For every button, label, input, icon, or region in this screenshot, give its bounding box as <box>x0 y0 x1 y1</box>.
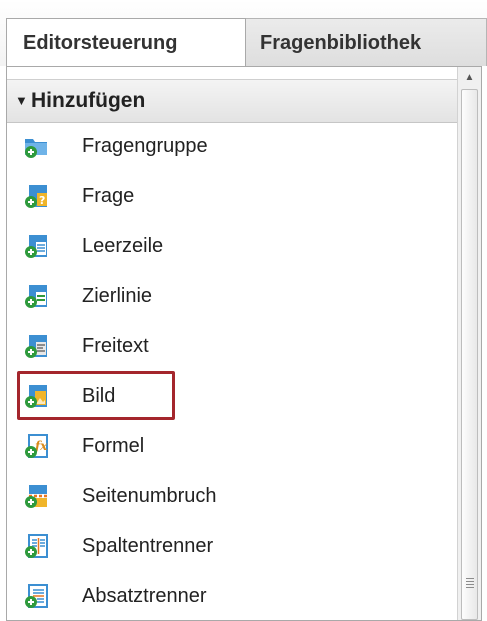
list-item-spaltentrenner[interactable]: Spaltentrenner <box>7 523 447 569</box>
list-item-seitenumbruch[interactable]: Seitenumbruch <box>7 473 447 519</box>
blank-line-add-icon <box>25 235 47 258</box>
section-header-hinzufuegen[interactable]: ▼ Hinzufügen <box>7 79 457 123</box>
item-label: Zierlinie <box>82 285 153 307</box>
vertical-scrollbar[interactable]: ▲ <box>457 67 481 620</box>
list-item-absatztrenner[interactable]: Absatztrenner <box>7 573 447 619</box>
add-list: ▼ Hinzufügen Fragengruppe ? Frage Leerze… <box>7 67 457 620</box>
question-add-icon: ? <box>25 185 47 208</box>
list-item-zierlinie[interactable]: Zierlinie <box>7 273 447 319</box>
item-label: Formel <box>82 435 145 457</box>
list-item-frage[interactable]: ? Frage <box>7 173 447 219</box>
item-label: Frage <box>82 185 135 207</box>
item-label: Absatztrenner <box>82 585 207 607</box>
free-text-add-icon <box>25 335 47 358</box>
selection-highlight <box>17 371 175 420</box>
section-title: Hinzufügen <box>31 89 146 112</box>
item-label: Spaltentrenner <box>82 535 214 557</box>
item-label: Fragengruppe <box>82 135 208 157</box>
tab-editorsteuerung[interactable]: Editorsteuerung <box>6 18 246 66</box>
svg-text:?: ? <box>39 194 45 207</box>
tab-bar: Editorsteuerung Fragenbibliothek <box>0 0 487 66</box>
editor-panel: Editorsteuerung Fragenbibliothek ▼ Hinzu… <box>0 0 487 621</box>
formula-add-icon: fx <box>25 434 48 458</box>
decorative-line-add-icon <box>25 285 47 308</box>
page-break-add-icon <box>25 485 47 508</box>
item-label: Freitext <box>82 335 149 357</box>
scrollbar-thumb[interactable] <box>461 89 478 620</box>
panel-body: ▼ Hinzufügen Fragengruppe ? Frage Leerze… <box>6 66 482 621</box>
column-separator-add-icon <box>25 534 48 558</box>
list-item-leerzeile[interactable]: Leerzeile <box>7 223 447 269</box>
tab-fragenbibliothek[interactable]: Fragenbibliothek <box>246 18 487 66</box>
list-item-formel[interactable]: fx Formel <box>7 423 447 469</box>
item-label: Seitenumbruch <box>82 485 217 507</box>
caret-down-icon: ▼ <box>15 93 28 108</box>
list-item-freitext[interactable]: Freitext <box>7 323 447 369</box>
list-item-fragengruppe[interactable]: Fragengruppe <box>7 123 447 169</box>
folder-add-icon <box>25 139 47 158</box>
item-label: Leerzeile <box>82 235 164 257</box>
scroll-up-icon[interactable]: ▲ <box>458 67 481 89</box>
grip-icon <box>466 578 474 588</box>
paragraph-separator-add-icon <box>25 584 48 608</box>
